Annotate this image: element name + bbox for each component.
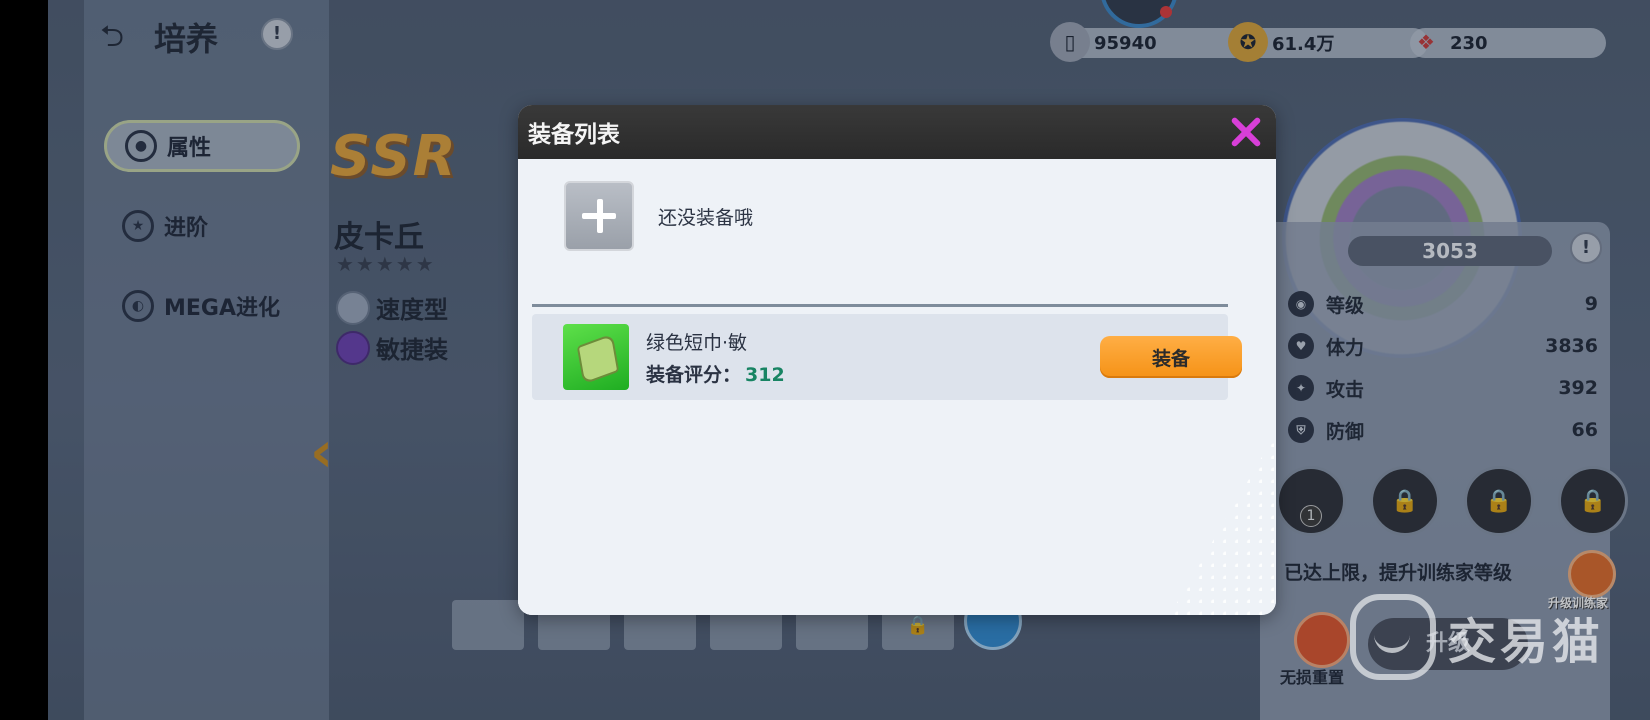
empty-equipment-row: 还没装备哦 [564, 181, 753, 251]
watermark: 交易猫 [1350, 594, 1604, 680]
currency-value: 230 [1450, 32, 1488, 54]
stat-hp: ♥ 体力 3836 [1288, 326, 1598, 366]
close-icon[interactable] [1228, 115, 1262, 149]
page-title: 培养 [154, 20, 219, 58]
stat-value: 392 [1558, 377, 1598, 399]
type-tag: 速度型 [336, 290, 448, 325]
empty-equipment-text: 还没装备哦 [658, 206, 754, 229]
help-icon[interactable]: ! [261, 18, 293, 50]
item-name: 绿色短巾·敏 [646, 332, 748, 354]
defense-icon: ⛨ [1288, 417, 1314, 443]
currency-cards: ▯ 95940 [1050, 22, 1250, 62]
speed-type-icon [336, 290, 370, 325]
reset-label: 无损重置 [1280, 668, 1345, 687]
item-score-label: 装备评分： [646, 364, 742, 386]
reset-icon[interactable] [1294, 612, 1350, 668]
list-item: 绿色短巾·敏 装备评分： 312 装备 [532, 314, 1242, 400]
notification-dot [1160, 6, 1172, 18]
back-button[interactable]: ⮌ 培养 [100, 14, 218, 60]
feather-icon [336, 330, 370, 365]
back-arrow-icon: ⮌ [100, 19, 125, 54]
sidebar-item-label: MEGA进化 [164, 296, 281, 321]
item-score-value: 312 [745, 364, 785, 386]
watermark-text: 交易猫 [1448, 614, 1605, 670]
previous-arrow-icon[interactable]: ‹ [310, 420, 333, 485]
lock-icon[interactable]: 🔒 [1370, 466, 1440, 536]
mega-icon: ◐ [122, 290, 154, 322]
stat-defense: ⛨ 防御 66 [1288, 410, 1598, 450]
pokeball-icon: ● [125, 130, 157, 162]
equip-button[interactable]: 装备 [1100, 336, 1242, 378]
sidebar-item-attributes[interactable]: ● 属性 [104, 120, 300, 172]
stats-help-icon[interactable]: ! [1570, 232, 1602, 264]
card-icon: ▯ [1050, 22, 1090, 62]
equip-tag: 敏捷装 [336, 330, 448, 365]
currency-candy: ❖ 230 [1410, 28, 1606, 58]
candy-icon: ❖ [1417, 30, 1435, 54]
star-rating: ★★★★★ [336, 252, 436, 276]
stat-level: ◉ 等级 9 [1288, 284, 1598, 324]
modal-title: 装备列表 [528, 122, 620, 148]
stat-attack: ✦ 攻击 392 [1288, 368, 1598, 408]
stat-value: 9 [1584, 293, 1598, 315]
cat-logo-icon [1350, 594, 1436, 680]
add-icon[interactable] [564, 181, 634, 251]
skill-level-badge: 1 [1300, 505, 1322, 527]
equipment-list-modal: 装备列表 还没装备哦 绿色短巾·敏 装备评分： 312 装备 [518, 105, 1276, 615]
lock-icon[interactable]: 🔒 [1464, 466, 1534, 536]
modal-header: 装备列表 [518, 105, 1276, 159]
pokemon-name: 皮卡丘 [334, 220, 424, 255]
max-level-tip: 已达上限，提升训练家等级 [1284, 562, 1513, 584]
stat-label: 攻击 [1326, 378, 1365, 401]
combat-power: 3053 [1348, 236, 1552, 266]
stat-label: 防御 [1326, 420, 1365, 443]
skill-row: 1 🔒 🔒 🔒 [1276, 466, 1628, 536]
lock-icon[interactable]: 🔒 [1558, 466, 1628, 536]
stat-label: 等级 [1326, 294, 1365, 317]
stat-value: 3836 [1545, 335, 1598, 357]
sidebar-item-advance[interactable]: ★ 进阶 [104, 200, 300, 252]
sidebar-item-mega[interactable]: ◐ MEGA进化 [104, 280, 300, 332]
divider [532, 304, 1228, 307]
stat-label: 体力 [1326, 336, 1365, 359]
item-score: 装备评分： 312 [646, 360, 785, 387]
star-icon: ★ [122, 210, 154, 242]
skill-slot[interactable]: 1 [1276, 466, 1346, 536]
left-sidebar [84, 0, 329, 720]
green-scarf-icon [563, 324, 629, 390]
currency-value: 61.4万 [1272, 34, 1335, 55]
currency-coins: ✪ 61.4万 [1228, 22, 1428, 62]
equip-tag-label: 敏捷装 [376, 336, 448, 364]
hp-icon: ♥ [1288, 333, 1314, 359]
attack-icon: ✦ [1288, 375, 1314, 401]
equipment-slot[interactable] [452, 600, 524, 650]
upgrade-trainer-button[interactable] [1568, 550, 1616, 598]
stat-value: 66 [1571, 419, 1598, 441]
type-tag-label: 速度型 [376, 296, 448, 324]
rarity-badge: SSR [330, 124, 458, 189]
currency-value: 95940 [1094, 32, 1157, 54]
coin-icon: ✪ [1228, 22, 1268, 62]
level-icon: ◉ [1288, 291, 1314, 317]
sidebar-item-label: 进阶 [164, 216, 209, 241]
sidebar-item-label: 属性 [167, 136, 212, 161]
game-screen: ⮌ 培养 ! ● 属性 ★ 进阶 ◐ MEGA进化 SSR 皮卡丘 ★★★★★ … [48, 0, 1650, 720]
modal-body: 还没装备哦 绿色短巾·敏 装备评分： 312 装备 [518, 159, 1276, 615]
